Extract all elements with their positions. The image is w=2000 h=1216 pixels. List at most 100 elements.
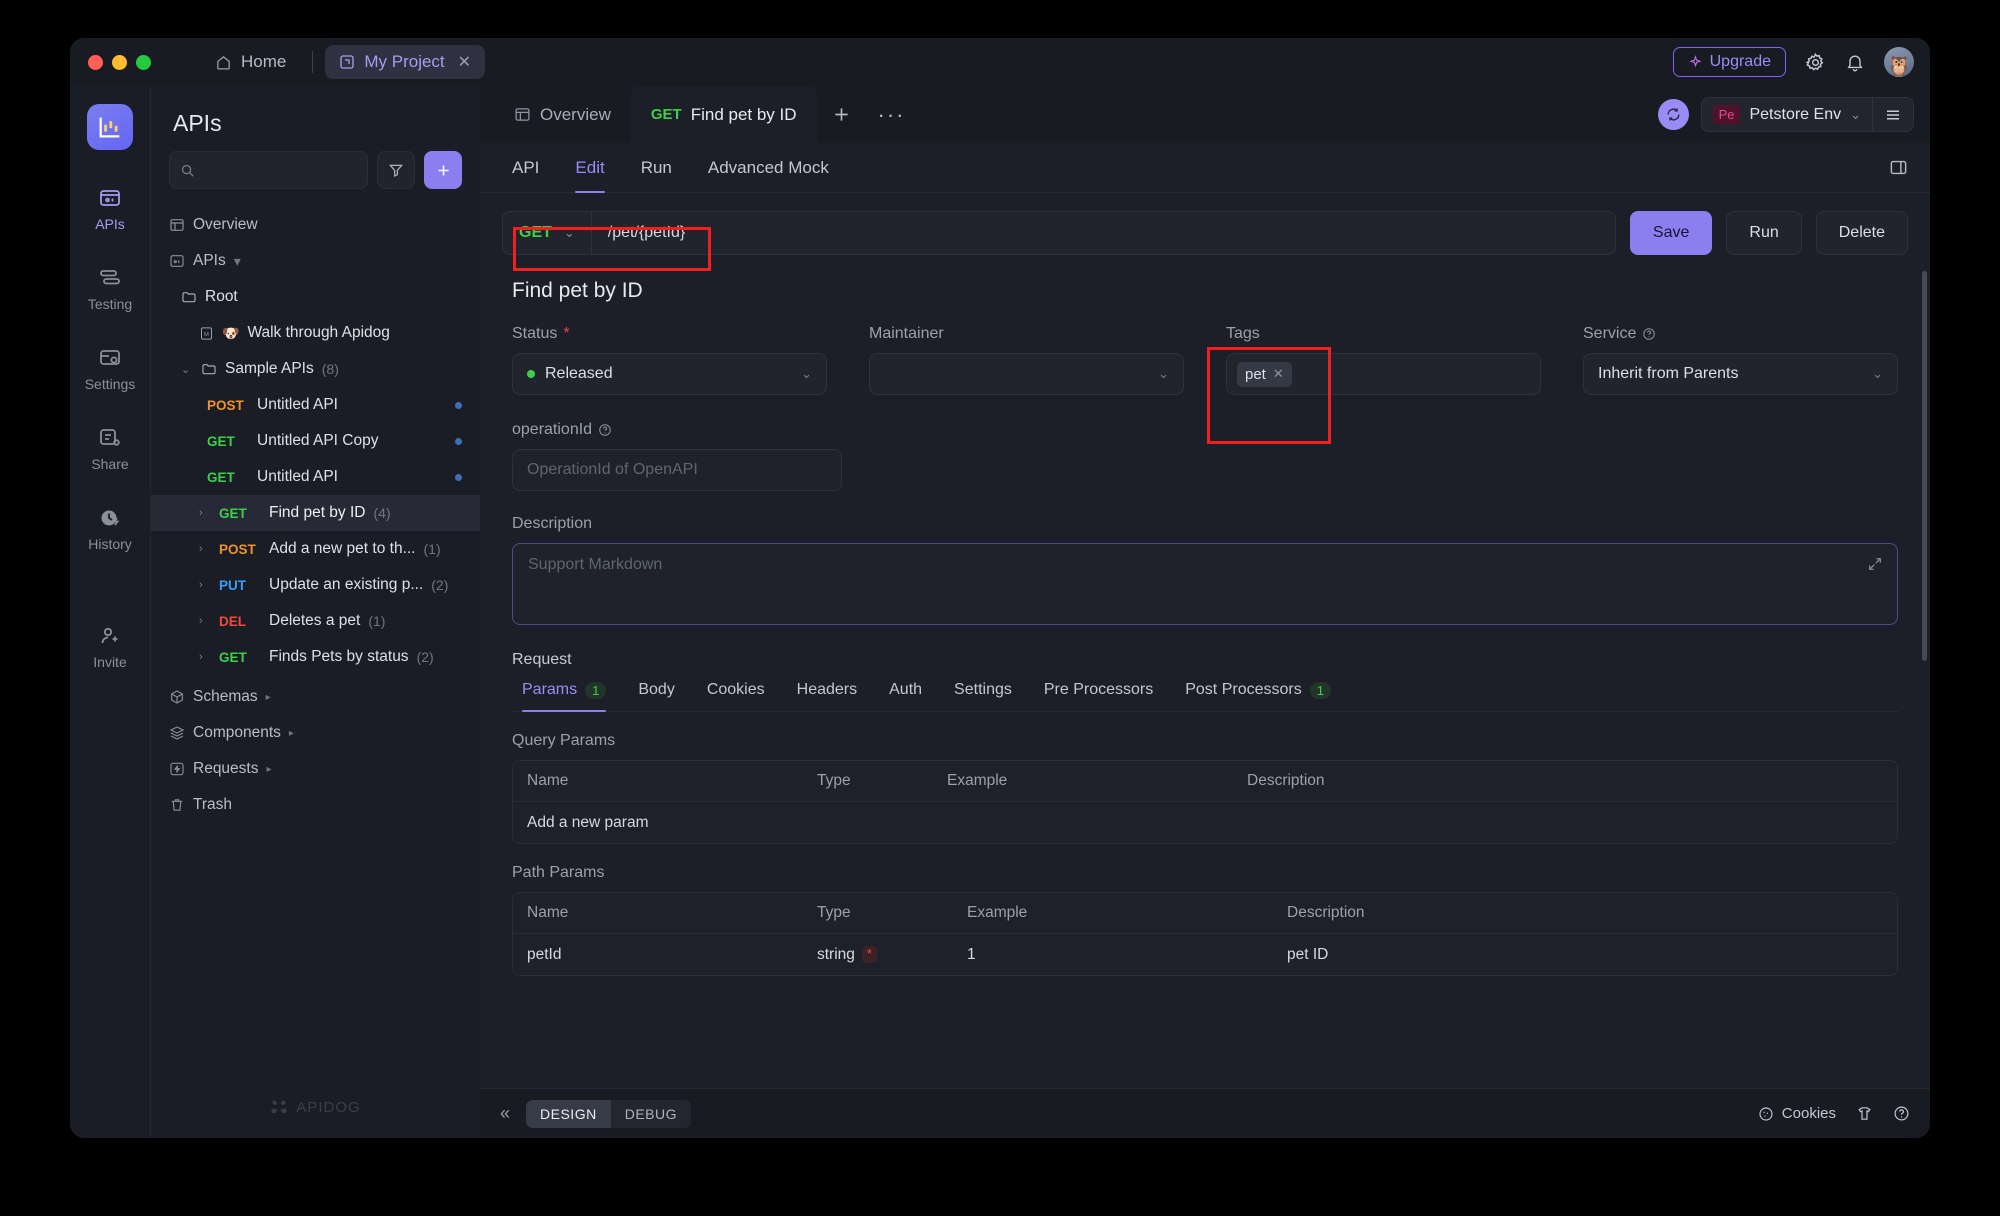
tree-item-update-existing-pet[interactable]: › PUT Update an existing p... (2): [151, 567, 480, 603]
tab-overflow-button[interactable]: ···: [866, 86, 918, 143]
new-tab-button[interactable]: [817, 86, 866, 143]
tree-item-overview[interactable]: Overview: [151, 207, 480, 243]
tab-edit[interactable]: Edit: [557, 143, 622, 193]
chevron-right-icon[interactable]: ›: [199, 507, 211, 519]
avatar[interactable]: 🦉: [1884, 47, 1914, 77]
chevron-right-icon[interactable]: ›: [199, 615, 211, 627]
tab-post-processors[interactable]: Post Processors 1: [1169, 681, 1347, 711]
tree-item-untitled-api-post[interactable]: POST Untitled API: [151, 387, 480, 423]
expand-icon[interactable]: [1867, 556, 1883, 572]
tree-item-trash[interactable]: Trash: [151, 787, 480, 823]
tree-item-untitled-api-copy[interactable]: GET Untitled API Copy: [151, 423, 480, 459]
tree-item-components[interactable]: Components ▸: [151, 715, 480, 751]
param-description[interactable]: pet ID: [1273, 946, 1897, 964]
tree-item-root[interactable]: Root: [151, 279, 480, 315]
tab-cookies[interactable]: Cookies: [691, 681, 781, 711]
tab-overview[interactable]: Overview: [494, 86, 631, 143]
chevron-down-icon[interactable]: ⌄: [564, 225, 575, 241]
tree-item-deletes-a-pet[interactable]: › DEL Deletes a pet (1): [151, 603, 480, 639]
tab-advanced-mock[interactable]: Advanced Mock: [690, 143, 847, 192]
theme-icon[interactable]: [1856, 1105, 1873, 1122]
maximize-window-button[interactable]: [136, 54, 151, 70]
gear-icon[interactable]: [1805, 52, 1826, 73]
tree-item-requests[interactable]: Requests ▸: [151, 751, 480, 787]
param-type[interactable]: string *: [803, 946, 953, 964]
tab-params[interactable]: Params 1: [522, 681, 622, 712]
chevron-right-icon[interactable]: ▸: [266, 692, 271, 703]
mode-design[interactable]: DESIGN: [526, 1099, 611, 1128]
chevron-down-icon[interactable]: ▾: [234, 253, 241, 270]
service-select[interactable]: Inherit from Parents ⌄: [1583, 353, 1898, 395]
cookies-button[interactable]: Cookies: [1758, 1105, 1836, 1122]
home-tab[interactable]: Home: [201, 45, 300, 79]
tag-chip[interactable]: pet ✕: [1237, 361, 1292, 387]
save-button[interactable]: Save: [1629, 211, 1713, 255]
close-icon[interactable]: ✕: [458, 52, 471, 72]
chevron-right-icon[interactable]: ▸: [266, 764, 271, 775]
close-icon[interactable]: ✕: [1273, 366, 1284, 382]
sidebar-item-history[interactable]: History: [74, 496, 146, 560]
chevron-right-icon[interactable]: ▸: [289, 728, 294, 739]
tree-item-sample-apis[interactable]: ⌄ Sample APIs (8): [151, 351, 480, 387]
chevron-down-icon[interactable]: ⌄: [181, 363, 193, 376]
tab-run[interactable]: Run: [623, 143, 690, 192]
method-selector[interactable]: GET ⌄: [503, 212, 592, 254]
chevron-right-icon[interactable]: ›: [199, 543, 211, 555]
sidebar-item-testing[interactable]: Testing: [74, 256, 146, 320]
run-button[interactable]: Run: [1726, 211, 1802, 255]
delete-button[interactable]: Delete: [1815, 211, 1908, 255]
tab-settings[interactable]: Settings: [938, 681, 1028, 711]
help-circle-icon[interactable]: [1893, 1105, 1910, 1122]
tab-body[interactable]: Body: [622, 681, 690, 711]
operation-id-input[interactable]: OperationId of OpenAPI: [512, 449, 842, 491]
search-box[interactable]: [169, 151, 368, 189]
close-window-button[interactable]: [88, 54, 103, 70]
tree-item-find-pet-by-id[interactable]: › GET Find pet by ID (4): [151, 495, 480, 531]
help-icon[interactable]: [1642, 327, 1656, 341]
chevron-right-icon[interactable]: ›: [199, 651, 211, 663]
environment-menu-button[interactable]: [1873, 106, 1913, 124]
chevron-down-icon[interactable]: ⌄: [1158, 366, 1169, 382]
bell-icon[interactable]: [1845, 52, 1865, 72]
tab-pre-processors[interactable]: Pre Processors: [1028, 681, 1169, 711]
collapse-left-icon[interactable]: «: [500, 1103, 510, 1124]
chevron-down-icon[interactable]: ⌄: [801, 366, 812, 382]
add-api-button[interactable]: [424, 151, 462, 189]
sidebar-item-settings[interactable]: Settings: [74, 336, 146, 400]
description-textarea[interactable]: Support Markdown: [512, 543, 1898, 625]
content-scrollbar[interactable]: [1922, 271, 1927, 1084]
search-input[interactable]: [203, 162, 357, 178]
chevron-down-icon[interactable]: ⌄: [1872, 366, 1883, 382]
tree-item-schemas[interactable]: Schemas ▸: [151, 679, 480, 715]
maintainer-select[interactable]: ⌄: [869, 353, 1184, 395]
tree-item-walk-through-apidog[interactable]: M 🐶 Walk through Apidog: [151, 315, 480, 351]
table-row[interactable]: petId string * 1 pet ID: [513, 934, 1897, 975]
sidebar-item-invite[interactable]: Invite: [74, 614, 146, 678]
tab-headers[interactable]: Headers: [781, 681, 873, 711]
status-select[interactable]: Released ⌄: [512, 353, 827, 395]
right-panel-toggle[interactable]: [1889, 158, 1930, 177]
tree-item-apis[interactable]: APIs ▾: [151, 243, 480, 279]
upgrade-button[interactable]: Upgrade: [1672, 47, 1786, 77]
environment-selector[interactable]: Pe Petstore Env ⌄: [1700, 97, 1914, 132]
filter-button[interactable]: [377, 151, 415, 189]
chevron-right-icon[interactable]: ›: [199, 579, 211, 591]
tree-item-finds-pets-by-status[interactable]: › GET Finds Pets by status (2): [151, 639, 480, 675]
minimize-window-button[interactable]: [112, 54, 127, 70]
sync-button[interactable]: [1657, 99, 1689, 130]
sidebar-item-apis[interactable]: APIs: [74, 176, 146, 240]
add-param-row[interactable]: Add a new param: [513, 802, 1897, 843]
help-icon[interactable]: [598, 423, 612, 437]
tab-api[interactable]: API: [494, 143, 557, 192]
tree-item-add-a-new-pet[interactable]: › POST Add a new pet to th... (1): [151, 531, 480, 567]
tree-item-untitled-api-get[interactable]: GET Untitled API: [151, 459, 480, 495]
environment-current[interactable]: Pe Petstore Env ⌄: [1702, 105, 1872, 124]
tab-find-pet-by-id[interactable]: GET Find pet by ID: [630, 86, 817, 143]
param-example[interactable]: 1: [953, 946, 1273, 964]
sidebar-item-share[interactable]: Share: [74, 416, 146, 480]
url-input[interactable]: [591, 224, 1615, 242]
tab-auth[interactable]: Auth: [873, 681, 938, 711]
scrollbar-thumb[interactable]: [1922, 271, 1927, 661]
project-tab[interactable]: My Project ✕: [325, 45, 486, 79]
chevron-down-icon[interactable]: ⌄: [1850, 107, 1861, 123]
